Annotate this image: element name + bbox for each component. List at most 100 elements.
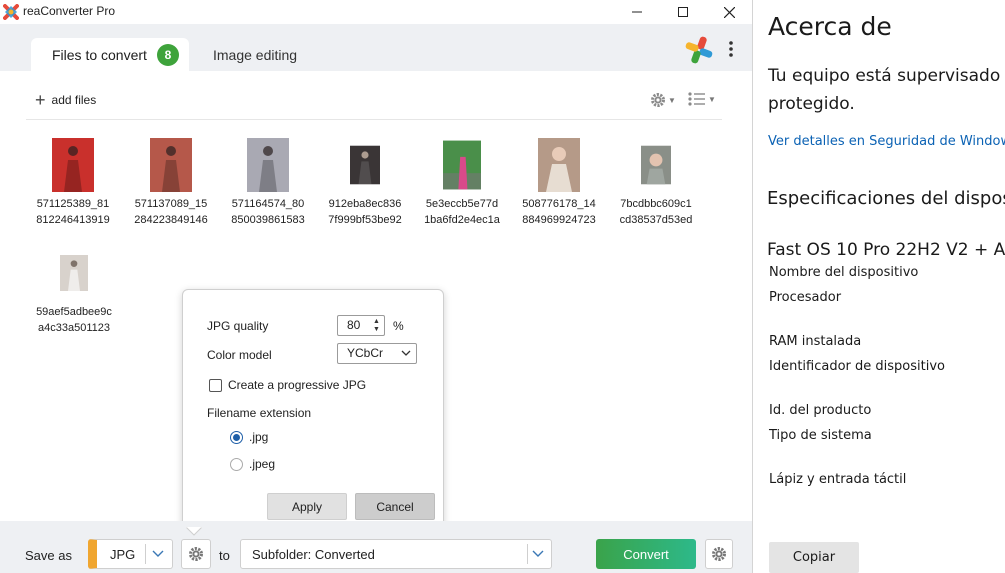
- list-settings-button[interactable]: ▼: [650, 92, 676, 108]
- file-name-line2: 812246413919: [36, 214, 110, 226]
- copy-button[interactable]: Copiar: [769, 542, 859, 573]
- minimize-button[interactable]: [614, 0, 660, 24]
- more-options-icon[interactable]: [726, 40, 736, 58]
- destination-value: Subfolder: Converted: [252, 547, 375, 562]
- tab-files-to-convert[interactable]: Files to convert 8: [31, 38, 189, 71]
- photo-thumbnail: [60, 255, 88, 291]
- color-model-value: YCbCr: [347, 346, 384, 360]
- format-value: JPG: [110, 547, 136, 562]
- file-item[interactable]: 7bcdbbc609c1 cd38537d53ed: [608, 138, 704, 228]
- file-item[interactable]: 5e3eccb5e77d 1ba6fd2e4ec1a: [414, 138, 510, 228]
- tab-image-editing[interactable]: Image editing: [213, 47, 297, 63]
- protection-status: Tu equipo está supervisado y protegido.: [768, 62, 1005, 118]
- plus-icon: +: [35, 90, 46, 110]
- spec-row-ram: RAM instalada: [769, 334, 862, 349]
- ext-jpg-radio[interactable]: [230, 431, 243, 444]
- convert-settings-button[interactable]: [705, 539, 733, 569]
- jpg-quality-stepper[interactable]: 80 ▲ ▼: [337, 315, 385, 336]
- photo-thumbnail: [52, 138, 94, 192]
- tab-label: Files to convert: [52, 46, 147, 63]
- page-title: Acerca de: [768, 12, 892, 41]
- view-mode-button[interactable]: ▼: [688, 92, 716, 106]
- ext-jpeg-label: .jpeg: [249, 457, 276, 471]
- file-name-line2: a4c33a501123: [38, 322, 110, 334]
- spin-arrows-icon[interactable]: ▲ ▼: [373, 318, 381, 334]
- divider: [145, 544, 146, 564]
- title-bar: reaConverter Pro: [0, 0, 752, 24]
- app-logo-icon: [3, 4, 19, 20]
- file-count-badge: 8: [156, 43, 179, 66]
- ext-jpg-label: .jpg: [249, 430, 269, 444]
- file-name-line1: 571125389_81: [36, 198, 110, 210]
- status-line: protegido.: [768, 94, 855, 114]
- jpg-quality-label: JPG quality: [207, 319, 269, 333]
- chevron-down-icon: ▼: [668, 95, 676, 105]
- spec-row-product-id: Id. del producto: [769, 403, 872, 418]
- gear-icon: [651, 93, 665, 107]
- jpg-quality-value: 80: [347, 318, 361, 332]
- close-button[interactable]: [706, 0, 752, 24]
- spec-row-system-type: Tipo de sistema: [769, 428, 872, 443]
- os-edition: Fast OS 10 Pro 22H2 V2 + A: [767, 240, 1005, 260]
- file-name-line2: 850039861583: [231, 214, 305, 226]
- progressive-jpg-checkbox[interactable]: [209, 379, 222, 392]
- format-select[interactable]: JPG: [88, 539, 173, 569]
- photo-thumbnail: [443, 140, 481, 190]
- spec-row-pen-touch: Lápiz y entrada táctil: [769, 472, 907, 487]
- status-line: Tu equipo está supervisado y: [768, 66, 1005, 86]
- percent-unit: %: [393, 319, 404, 333]
- list-view-icon: [688, 92, 705, 106]
- file-name-line1: 508776178_14: [522, 198, 596, 210]
- windows-settings-panel: Acerca de Tu equipo está supervisado y p…: [753, 0, 1005, 573]
- file-item[interactable]: 508776178_14 884969924723: [511, 138, 607, 228]
- photo-thumbnail: [247, 138, 289, 192]
- add-files-label: add files: [51, 93, 97, 107]
- minimize-icon: [632, 11, 642, 13]
- filename-extension-heading: Filename extension: [207, 406, 312, 420]
- device-specs-heading: Especificaciones del dispositivo: [767, 188, 1005, 209]
- file-name-line1: 571137089_15: [134, 198, 208, 210]
- window-title: reaConverter Pro: [23, 4, 116, 18]
- maximize-button[interactable]: [660, 0, 706, 24]
- file-item[interactable]: 571164574_80 850039861583: [220, 138, 316, 228]
- spec-row-device-id: Identificador de dispositivo: [769, 359, 945, 374]
- convert-button[interactable]: Convert: [596, 539, 696, 569]
- close-icon: [723, 6, 735, 18]
- chevron-down-icon: [532, 550, 544, 557]
- popup-pointer-icon: [186, 527, 202, 536]
- spec-row-processor: Procesador: [769, 290, 842, 305]
- spec-row-device-name: Nombre del dispositivo: [769, 265, 919, 280]
- file-name-line2: 884969924723: [522, 214, 596, 226]
- photo-thumbnail: [641, 145, 671, 185]
- photo-thumbnail: [538, 138, 580, 192]
- destination-select[interactable]: Subfolder: Converted: [240, 539, 552, 569]
- file-item[interactable]: 912eba8ec836 7f999bf53be92: [317, 138, 413, 228]
- chevron-down-icon: [401, 350, 411, 356]
- file-name-line1: 912eba8ec836: [328, 198, 402, 210]
- format-settings-button[interactable]: [181, 539, 211, 569]
- file-name-line2: 7f999bf53be92: [328, 214, 402, 226]
- gear-icon: [712, 547, 726, 561]
- file-name-line1: 59aef5adbee9c: [36, 306, 112, 318]
- tab-bar: Files to convert 8 Image editing: [0, 24, 752, 71]
- reaconverter-window: reaConverter Pro Files to convert 8 Imag…: [0, 0, 752, 573]
- color-model-select[interactable]: YCbCr: [337, 343, 417, 364]
- photo-thumbnail: [150, 138, 192, 192]
- file-name-line2: 1ba6fd2e4ec1a: [424, 214, 500, 226]
- file-name-line1: 571164574_80: [231, 198, 305, 210]
- security-details-link[interactable]: Ver detalles en Seguridad de Windows: [768, 134, 1005, 149]
- file-item[interactable]: 571137089_15 284223849146: [123, 138, 219, 228]
- add-files-button[interactable]: + add files: [35, 90, 97, 110]
- color-model-label: Color model: [207, 348, 272, 362]
- cancel-button[interactable]: Cancel: [355, 493, 435, 520]
- file-name-line2: 284223849146: [134, 214, 208, 226]
- divider: [527, 544, 528, 564]
- save-as-label: Save as: [25, 548, 72, 563]
- file-item[interactable]: 571125389_81 812246413919: [25, 138, 121, 228]
- file-item[interactable]: 59aef5adbee9c a4c33a501123: [26, 246, 122, 336]
- file-toolbar: + add files ▼ ▼: [26, 84, 722, 120]
- apply-button[interactable]: Apply: [267, 493, 347, 520]
- ext-jpeg-radio[interactable]: [230, 458, 243, 471]
- file-name-line2: cd38537d53ed: [619, 214, 693, 226]
- progressive-jpg-label: Create a progressive JPG: [228, 378, 367, 392]
